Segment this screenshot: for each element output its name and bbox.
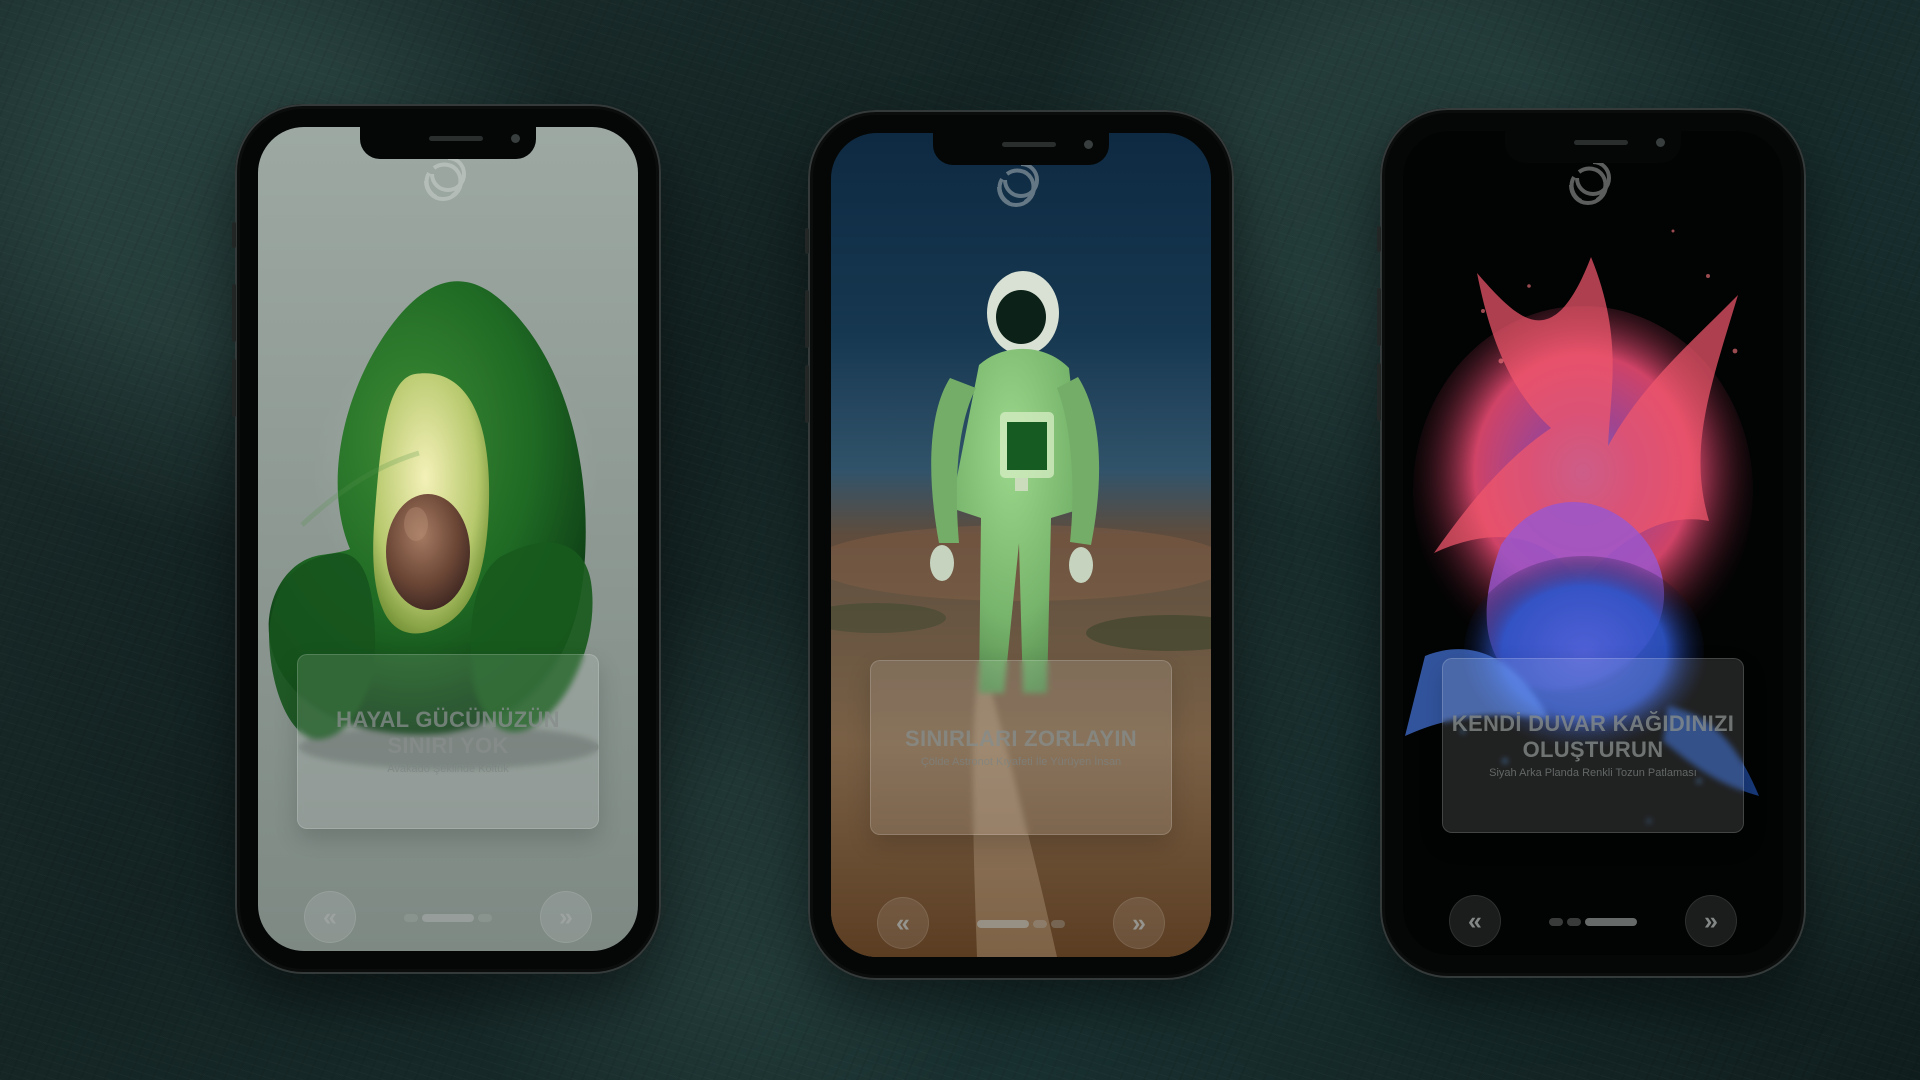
- page-indicator-dot-1[interactable]: [1549, 918, 1563, 926]
- slide-navigation: « »: [877, 897, 1165, 949]
- double-chevron-right-icon: »: [1704, 906, 1718, 935]
- page-indicator-dot-2[interactable]: [1033, 920, 1047, 928]
- page-indicator: [975, 919, 1067, 929]
- phone-mockup-avocado: HAYAL GÜCÜNÜZÜN SINIRI YOK Avakado Şekli…: [232, 104, 661, 974]
- phone-volume-up-button: [805, 290, 809, 348]
- phone-notch: [933, 133, 1109, 165]
- double-chevron-right-icon: »: [1132, 908, 1146, 937]
- onboarding-screen-wallpaper: KENDİ DUVAR KAĞIDINIZI OLUŞTURUN Siyah A…: [1403, 131, 1783, 955]
- slide-navigation: « »: [304, 891, 592, 943]
- onboarding-screen-avocado: HAYAL GÜCÜNÜZÜN SINIRI YOK Avakado Şekli…: [258, 127, 638, 951]
- slide-caption-card: KENDİ DUVAR KAĞIDINIZI OLUŞTURUN Siyah A…: [1442, 658, 1744, 833]
- previous-slide-button[interactable]: «: [877, 897, 929, 949]
- phone-volume-down-button: [1377, 363, 1381, 421]
- page-indicator-dot-2[interactable]: [1567, 918, 1581, 926]
- phone-side-button: [1377, 226, 1381, 252]
- phone-notch: [1505, 131, 1681, 163]
- front-camera: [1084, 140, 1093, 149]
- onboarding-screen-astronaut: SINIRLARI ZORLAYIN Çölde Astronot Kıyafe…: [831, 133, 1211, 957]
- phone-notch: [360, 127, 536, 159]
- slide-caption-card: SINIRLARI ZORLAYIN Çölde Astronot Kıyafe…: [870, 660, 1172, 835]
- double-chevron-left-icon: «: [896, 908, 910, 937]
- page-indicator-dot-1[interactable]: [404, 914, 418, 922]
- slide-title: KENDİ DUVAR KAĞIDINIZI OLUŞTURUN: [1451, 711, 1735, 762]
- slide-caption-card: HAYAL GÜCÜNÜZÜN SINIRI YOK Avakado Şekli…: [297, 654, 599, 829]
- slide-subtitle: Siyah Arka Planda Renkli Tozun Patlaması: [1489, 767, 1697, 779]
- phone-speaker: [429, 136, 483, 141]
- page-indicator: [402, 913, 494, 923]
- double-chevron-left-icon: «: [1468, 906, 1482, 935]
- slide-subtitle: Avakado Şeklinde Koltuk: [387, 763, 509, 775]
- slide-title: SINIRLARI ZORLAYIN: [905, 726, 1137, 751]
- phone-speaker: [1002, 142, 1056, 147]
- phone-volume-up-button: [232, 284, 236, 342]
- front-camera: [1656, 138, 1665, 147]
- phone-mockup-astronaut: SINIRLARI ZORLAYIN Çölde Astronot Kıyafe…: [805, 110, 1234, 980]
- phone-speaker: [1574, 140, 1628, 145]
- phone-mockup-wallpaper: KENDİ DUVAR KAĞIDINIZI OLUŞTURUN Siyah A…: [1377, 108, 1806, 978]
- page-indicator-dot-1-active[interactable]: [977, 920, 1029, 928]
- page-indicator-dot-3[interactable]: [478, 914, 492, 922]
- phone-volume-up-button: [1377, 288, 1381, 346]
- double-chevron-left-icon: «: [323, 902, 337, 931]
- previous-slide-button[interactable]: «: [304, 891, 356, 943]
- page-indicator-dot-2-active[interactable]: [422, 914, 474, 922]
- phone-side-button: [232, 222, 236, 248]
- phone-volume-down-button: [232, 359, 236, 417]
- page-indicator: [1547, 917, 1639, 927]
- next-slide-button[interactable]: »: [1113, 897, 1165, 949]
- front-camera: [511, 134, 520, 143]
- previous-slide-button[interactable]: «: [1449, 895, 1501, 947]
- showcase-background: HAYAL GÜCÜNÜZÜN SINIRI YOK Avakado Şekli…: [0, 0, 1920, 1080]
- next-slide-button[interactable]: »: [1685, 895, 1737, 947]
- page-indicator-dot-3[interactable]: [1051, 920, 1065, 928]
- slide-subtitle: Çölde Astronot Kıyafeti İle Yürüyen İnsa…: [920, 756, 1122, 768]
- double-chevron-right-icon: »: [559, 902, 573, 931]
- phone-side-button: [805, 228, 809, 254]
- slide-title: HAYAL GÜCÜNÜZÜN SINIRI YOK: [336, 707, 560, 758]
- next-slide-button[interactable]: »: [540, 891, 592, 943]
- slide-navigation: « »: [1449, 895, 1737, 947]
- phone-volume-down-button: [805, 365, 809, 423]
- page-indicator-dot-3-active[interactable]: [1585, 918, 1637, 926]
